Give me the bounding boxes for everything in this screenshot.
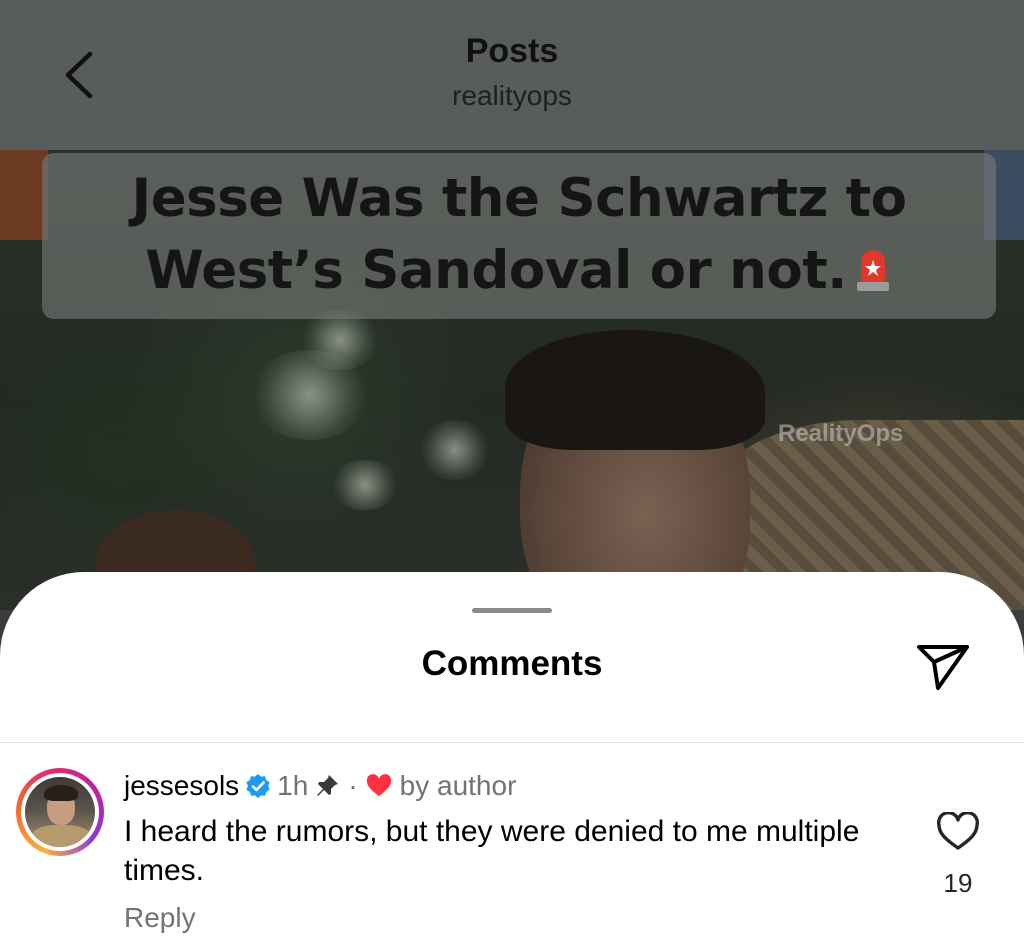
headline-wrapper: Jesse Was the Schwartz to West’s Sandova… <box>42 163 996 307</box>
post-headline: Jesse Was the Schwartz to West’s Sandova… <box>131 168 907 301</box>
top-nav-bar: Posts realityops <box>0 0 1024 150</box>
tree-decoration <box>330 460 400 510</box>
headline-card: Jesse Was the Schwartz to West’s Sandova… <box>42 153 996 319</box>
comments-title: Comments <box>421 644 603 683</box>
heart-filled-icon <box>366 774 391 796</box>
avatar-ring-gap <box>21 773 99 851</box>
comment-username[interactable]: jessesols <box>124 770 239 802</box>
like-count: 19 <box>943 868 973 898</box>
paper-plane-icon[interactable] <box>914 640 972 694</box>
liked-by-author-label: by author <box>399 770 517 801</box>
reply-button[interactable]: Reply <box>124 902 196 934</box>
meta-separator: · <box>348 770 358 801</box>
siren-icon <box>853 241 893 291</box>
post-image: RealityOps Jesse Was the Schwartz to Wes… <box>0 150 1024 610</box>
page-subtitle[interactable]: realityops <box>0 80 1024 112</box>
avatar-hair <box>44 785 78 801</box>
comments-sheet: Comments jessesols 1h · by author I hear… <box>0 572 1024 944</box>
sheet-divider <box>0 742 1024 743</box>
person-hair <box>505 330 765 450</box>
pin-icon <box>317 775 339 796</box>
comment-text: I heard the rumors, but they were denied… <box>124 815 860 887</box>
watermark-text: RealityOps <box>778 420 904 447</box>
avatar-body <box>31 825 91 847</box>
tree-decoration <box>300 310 380 370</box>
avatar[interactable] <box>16 768 104 856</box>
post-image-left-strip <box>0 150 48 240</box>
comment-meta: jessesols 1h · by author <box>124 768 516 804</box>
sheet-drag-handle[interactable] <box>472 608 552 613</box>
tree-decoration <box>420 420 490 480</box>
heart-outline-icon[interactable] <box>936 810 980 852</box>
comment-time: 1h <box>277 770 309 801</box>
verified-badge-icon <box>246 774 270 798</box>
page-title: Posts <box>465 32 559 70</box>
avatar-photo <box>25 777 95 847</box>
